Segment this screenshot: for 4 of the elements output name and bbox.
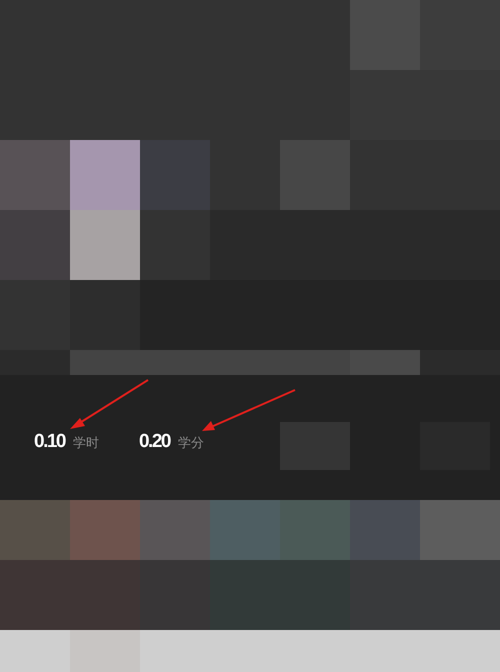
stat-value: 0.20 (138, 431, 170, 453)
stat-value: 0.10 (34, 431, 65, 453)
stat-unit: 学分 (178, 435, 204, 452)
stat-unit: 学时 (72, 435, 99, 452)
